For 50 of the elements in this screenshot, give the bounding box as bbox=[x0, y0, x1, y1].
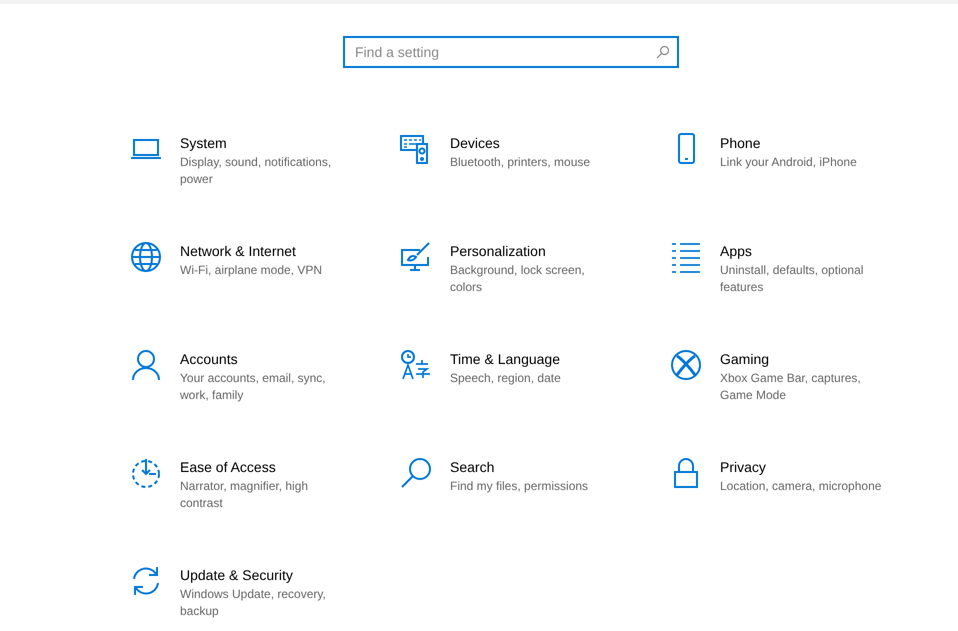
category-description: Bluetooth, printers, mouse bbox=[450, 154, 592, 171]
settings-category[interactable]: Time & Language Speech, region, date bbox=[400, 348, 670, 456]
monitor-brush-icon bbox=[400, 241, 432, 273]
category-description: Display, sound, notifications, power bbox=[180, 154, 332, 188]
category-description: Speech, region, date bbox=[450, 370, 562, 387]
category-description: Your accounts, email, sync, work, family bbox=[180, 370, 327, 404]
settings-category[interactable]: Network & Internet Wi-Fi, airplane mode, VPN bbox=[130, 240, 400, 348]
category-title: Network & Internet bbox=[180, 242, 297, 261]
settings-category[interactable]: Accounts Your accounts, email, sync, work, family bbox=[130, 348, 400, 456]
category-title: Search bbox=[450, 458, 496, 477]
settings-category[interactable]: Personalization Background, lock screen, colors bbox=[400, 240, 670, 348]
category-title: Ease of Access bbox=[180, 458, 277, 477]
settings-category[interactable]: Phone Link your Android, iPhone bbox=[670, 132, 940, 240]
settings-category[interactable]: Privacy Location, camera, microphone bbox=[670, 456, 940, 564]
category-description: Uninstall, defaults, optional features bbox=[720, 262, 864, 296]
list-icon bbox=[670, 241, 702, 273]
category-title: System bbox=[180, 134, 228, 153]
category-title: Devices bbox=[450, 134, 501, 153]
category-description: Wi-Fi, airplane mode, VPN bbox=[180, 262, 324, 279]
clock-character-icon bbox=[400, 349, 432, 381]
category-title: Privacy bbox=[720, 458, 767, 477]
category-title: Accounts bbox=[180, 350, 239, 369]
category-title: Phone bbox=[720, 134, 762, 153]
settings-category[interactable]: Gaming Xbox Game Bar, captures, Game Mode bbox=[670, 348, 940, 456]
refresh-icon bbox=[130, 565, 162, 597]
settings-category[interactable]: Devices Bluetooth, printers, mouse bbox=[400, 132, 670, 240]
category-description: Background, lock screen, colors bbox=[450, 262, 586, 296]
category-title: Apps bbox=[720, 242, 753, 261]
category-title: Personalization bbox=[450, 242, 547, 261]
category-title: Time & Language bbox=[450, 350, 561, 369]
circle-x-icon bbox=[670, 349, 702, 381]
search-icon bbox=[656, 45, 670, 59]
settings-category[interactable]: Update & Security Windows Update, recovery, backup bbox=[130, 564, 400, 631]
category-description: Find my files, permissions bbox=[450, 478, 590, 495]
globe-icon bbox=[130, 241, 162, 273]
category-description: Link your Android, iPhone bbox=[720, 154, 858, 171]
category-description: Xbox Game Bar, captures, Game Mode bbox=[720, 370, 862, 404]
person-icon bbox=[130, 349, 162, 381]
category-title: Update & Security bbox=[180, 566, 294, 585]
settings-category[interactable]: Apps Uninstall, defaults, optional features bbox=[670, 240, 940, 348]
search-icon bbox=[400, 457, 432, 489]
category-description: Location, camera, microphone bbox=[720, 478, 882, 495]
search-field[interactable]: Find a setting bbox=[343, 36, 679, 68]
category-title: Gaming bbox=[720, 350, 770, 369]
settings-category[interactable]: System Display, sound, notifications, power bbox=[130, 132, 400, 240]
settings-category[interactable]: Search Find my files, permissions bbox=[400, 456, 670, 564]
category-description: Windows Update, recovery, backup bbox=[180, 586, 327, 620]
settings-category[interactable]: Ease of Access Narrator, magnifier, high contrast bbox=[130, 456, 400, 564]
dashed-circle-icon bbox=[130, 457, 162, 489]
category-description: Narrator, magnifier, high contrast bbox=[180, 478, 310, 512]
